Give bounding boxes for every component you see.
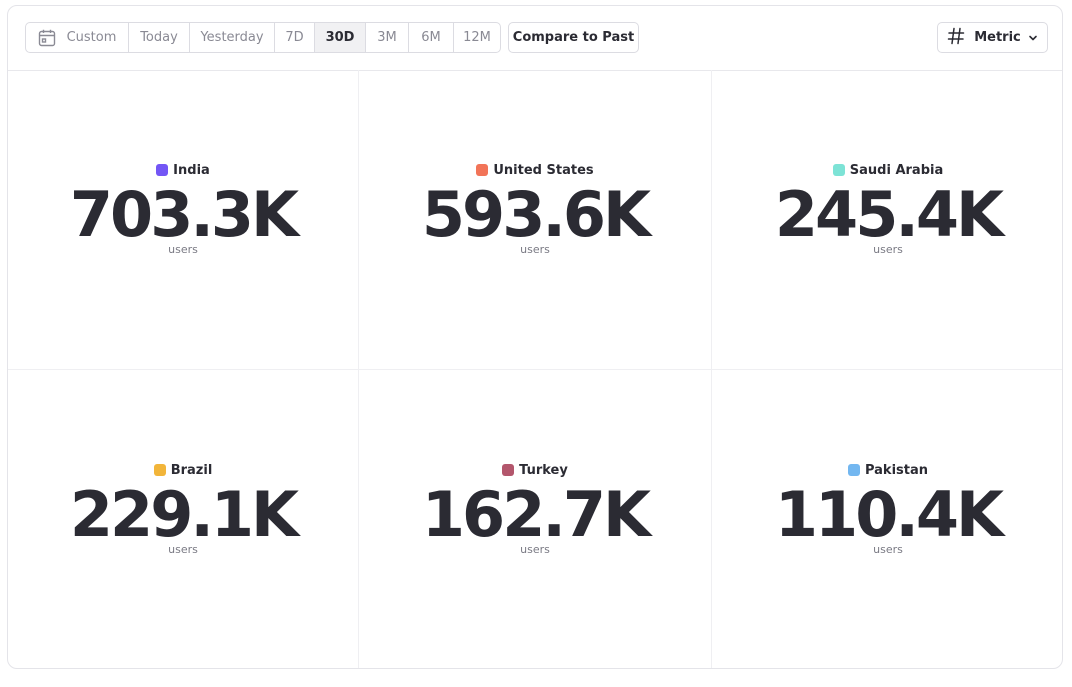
range-custom-label: Custom <box>66 30 117 45</box>
metric-value: 229.1K <box>69 478 299 551</box>
metric-unit: users <box>520 543 550 556</box>
legend: United States <box>476 160 594 180</box>
metric-value: 245.4K <box>774 178 1004 251</box>
range-3m-button[interactable]: 3M <box>366 23 409 52</box>
metric-unit: users <box>873 543 903 556</box>
metric-unit: users <box>873 243 903 256</box>
range-6m-button[interactable]: 6M <box>409 23 454 52</box>
legend: Pakistan <box>847 460 929 480</box>
color-swatch <box>502 464 515 476</box>
insights-panel: Custom Today Yesterday 7D 30D 3M 6M 12M … <box>7 5 1063 669</box>
toolbar: Custom Today Yesterday 7D 30D 3M 6M 12M … <box>8 6 1062 71</box>
metric-card-brazil[interactable]: Brazil 229.1K users <box>8 370 359 668</box>
range-today-button[interactable]: Today <box>129 23 190 52</box>
range-30d-button[interactable]: 30D <box>315 23 366 52</box>
metric-card-saudi-arabia[interactable]: Saudi Arabia 245.4K users <box>712 70 1062 370</box>
metrics-grid: India 703.3K users United States 593.6K … <box>8 70 1062 668</box>
metric-dropdown-label: Metric <box>974 30 1021 45</box>
chevron-down-icon <box>1028 33 1038 43</box>
country-label: Brazil <box>170 462 213 478</box>
country-label: United States <box>493 162 594 178</box>
metric-value: 593.6K <box>421 178 651 251</box>
metric-card-india[interactable]: India 703.3K users <box>8 70 359 370</box>
color-swatch <box>156 164 169 176</box>
metric-card-united-states[interactable]: United States 593.6K users <box>359 70 712 370</box>
color-swatch <box>476 164 489 176</box>
color-swatch <box>832 164 845 176</box>
legend: Saudi Arabia <box>832 160 944 180</box>
range-12m-button[interactable]: 12M <box>454 23 500 52</box>
country-label: Saudi Arabia <box>849 162 944 178</box>
metric-value: 110.4K <box>774 478 1004 551</box>
color-swatch <box>153 464 166 476</box>
date-range-selector: Custom Today Yesterday 7D 30D 3M 6M 12M <box>25 22 501 53</box>
compare-to-past-button[interactable]: Compare to Past <box>508 22 639 53</box>
legend: Turkey <box>502 460 568 480</box>
hash-icon <box>947 27 965 49</box>
metric-card-turkey[interactable]: Turkey 162.7K users <box>359 370 712 668</box>
metric-value: 703.3K <box>69 178 299 251</box>
country-label: Pakistan <box>864 462 929 478</box>
metric-unit: users <box>168 243 198 256</box>
metric-dropdown[interactable]: Metric <box>937 22 1048 53</box>
legend: Brazil <box>153 460 213 480</box>
legend: India <box>156 160 210 180</box>
range-custom-button[interactable]: Custom <box>26 23 129 52</box>
range-yesterday-button[interactable]: Yesterday <box>190 23 275 52</box>
metric-card-pakistan[interactable]: Pakistan 110.4K users <box>712 370 1062 668</box>
country-label: India <box>173 162 210 178</box>
range-7d-button[interactable]: 7D <box>275 23 315 52</box>
country-label: Turkey <box>519 462 568 478</box>
calendar-icon <box>38 29 56 47</box>
color-swatch <box>847 464 860 476</box>
metric-value: 162.7K <box>421 478 651 551</box>
metric-unit: users <box>168 543 198 556</box>
metric-unit: users <box>520 243 550 256</box>
